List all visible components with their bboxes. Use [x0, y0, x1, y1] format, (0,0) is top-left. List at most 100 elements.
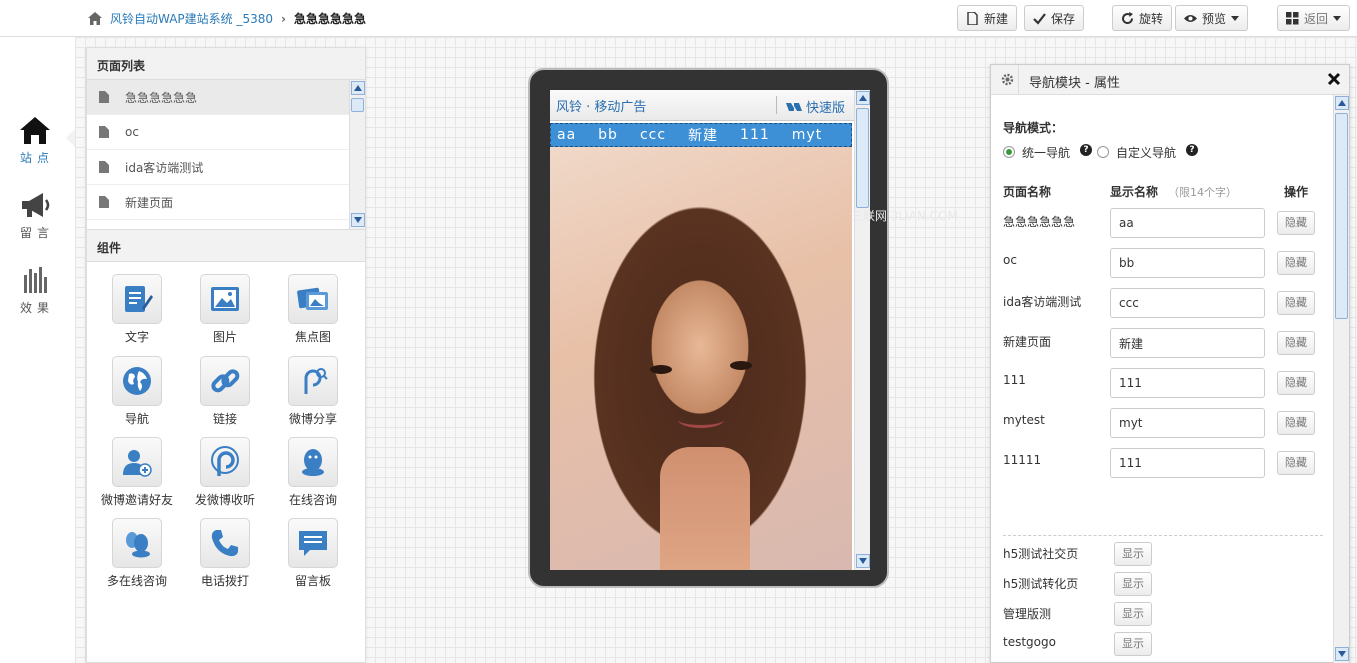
phone-nav-item[interactable]: 新建	[688, 125, 718, 145]
page-icon	[99, 161, 109, 173]
save-button[interactable]: 保存	[1024, 5, 1085, 31]
hide-button[interactable]: 隐藏	[1277, 371, 1315, 395]
component-weibo-follow[interactable]: 发微博收听	[181, 437, 269, 508]
component-weibo-invite[interactable]: 微博邀请好友	[93, 437, 181, 508]
rotate-button[interactable]: 旋转	[1112, 5, 1173, 31]
show-button[interactable]: 显示	[1114, 632, 1152, 656]
close-icon[interactable]	[1327, 72, 1341, 86]
page-list-item[interactable]: 新建页面	[87, 185, 349, 220]
back-button[interactable]: 返回	[1277, 5, 1351, 31]
properties-scrollbar[interactable]	[1333, 95, 1349, 663]
component-label: 发微博收听	[194, 493, 255, 507]
scroll-up-arrow[interactable]	[1334, 96, 1349, 110]
phone-nav-item[interactable]: myt	[792, 127, 822, 143]
display-name-input[interactable]	[1110, 408, 1265, 438]
hide-button[interactable]: 隐藏	[1277, 291, 1315, 315]
show-button[interactable]: 显示	[1114, 572, 1152, 596]
photo-smile	[678, 412, 724, 428]
page-list-item[interactable]: 急急急急急急	[87, 80, 349, 115]
breadcrumb-separator: ›	[281, 11, 286, 26]
display-name-input[interactable]	[1110, 368, 1265, 398]
component-label: 文字	[124, 330, 149, 344]
component-image[interactable]: 图片	[181, 274, 269, 345]
display-name-input[interactable]	[1110, 208, 1265, 238]
scroll-thumb[interactable]	[1335, 113, 1348, 319]
components-panel-title: 组件	[87, 230, 365, 262]
nav-item-site[interactable]: 站点	[0, 115, 70, 166]
scroll-down-arrow[interactable]	[350, 213, 365, 227]
new-button[interactable]: 新建	[957, 5, 1018, 31]
component-label: 多在线咨询	[106, 574, 167, 588]
scroll-up-arrow[interactable]	[350, 81, 365, 95]
component-label: 导航	[124, 412, 149, 426]
radio-unified-nav[interactable]	[1003, 146, 1015, 158]
phone-header: 风铃 · 移动广告 快速版	[550, 90, 870, 121]
row-page-name: 急急急急急急	[1003, 215, 1076, 229]
scroll-down-arrow[interactable]	[1334, 647, 1349, 661]
component-gallery[interactable]: 焦点图	[269, 274, 357, 345]
page-name: 新建页面	[125, 195, 174, 210]
phone-nav-item[interactable]: aa	[557, 127, 576, 143]
display-name-input[interactable]	[1110, 248, 1265, 278]
quick-version-label: 快速版	[806, 101, 846, 116]
properties-panel: 导航模块 - 属性 导航模式： 统一导航 ? 自定义导航 ? 页面名称 显示名称…	[990, 64, 1350, 663]
back-button-label: 返回	[1304, 11, 1329, 26]
phone-nav-item[interactable]: ccc	[640, 127, 666, 143]
scroll-thumb[interactable]	[351, 98, 364, 112]
component-phone-call[interactable]: 电话拨打	[181, 518, 269, 589]
breadcrumb-site-link[interactable]: 风铃自动WAP建站系统 _5380	[110, 10, 273, 27]
link-icon	[211, 369, 240, 393]
component-text[interactable]: 文字	[93, 274, 181, 345]
hide-button[interactable]: 隐藏	[1277, 251, 1315, 275]
component-navigation[interactable]: 导航	[93, 356, 181, 427]
preview-button[interactable]: 预览	[1175, 5, 1249, 31]
hide-button[interactable]: 隐藏	[1277, 211, 1315, 235]
photo-eye	[650, 365, 672, 374]
rotate-icon	[1122, 11, 1134, 24]
phone-nav-item[interactable]: 111	[740, 127, 770, 143]
page-list-item[interactable]: ida客访端测试	[87, 150, 349, 185]
scroll-down-arrow[interactable]	[855, 554, 870, 568]
display-name-input[interactable]	[1110, 328, 1265, 358]
nav-item-stats[interactable]: 效果	[0, 265, 70, 316]
photo-eye	[730, 361, 752, 370]
page-list-scrollbar[interactable]	[349, 80, 365, 229]
page-icon	[99, 196, 109, 208]
col-header-action: 操作	[1284, 185, 1309, 199]
section-divider	[1003, 535, 1323, 536]
phone-frame: 风铃 · 移动广告 快速版 aa bb ccc 新建 111 myt	[528, 68, 889, 588]
scroll-thumb[interactable]	[856, 108, 869, 208]
radio-custom-nav[interactable]	[1097, 146, 1109, 158]
display-name-input[interactable]	[1110, 288, 1265, 318]
show-button[interactable]: 显示	[1114, 542, 1152, 566]
component-multi-chat[interactable]: 多在线咨询	[93, 518, 181, 589]
hide-button[interactable]: 隐藏	[1277, 331, 1315, 355]
component-online-chat[interactable]: 在线咨询	[269, 437, 357, 508]
quick-version-link[interactable]: 快速版	[786, 97, 845, 116]
nav-item-label: 效果	[19, 301, 54, 315]
preview-button-label: 预览	[1202, 11, 1227, 26]
hide-button[interactable]: 隐藏	[1277, 411, 1315, 435]
help-icon[interactable]: ?	[1186, 144, 1198, 156]
nav-item-label: 留言	[19, 226, 54, 240]
scroll-up-arrow[interactable]	[855, 91, 870, 105]
phone-nav-item[interactable]: bb	[598, 127, 618, 143]
component-message-board[interactable]: 留言板	[269, 518, 357, 589]
component-link[interactable]: 链接	[181, 356, 269, 427]
home-icon[interactable]	[88, 12, 102, 25]
page-name: 急急急急急急	[125, 90, 198, 105]
nav-item-label: 站点	[19, 151, 54, 165]
hidden-page-name: testgogo	[1003, 635, 1056, 649]
show-button[interactable]: 显示	[1114, 602, 1152, 626]
gear-icon[interactable]	[1001, 73, 1014, 86]
photo-neck	[660, 447, 750, 570]
component-weibo-share[interactable]: 微博分享	[269, 356, 357, 427]
hide-button[interactable]: 隐藏	[1277, 451, 1315, 475]
page-list-item[interactable]: oc	[87, 115, 349, 150]
component-label: 焦点图	[294, 330, 331, 344]
help-icon[interactable]: ?	[1080, 144, 1092, 156]
nav-item-messages[interactable]: 留言	[0, 190, 70, 241]
phone-nav-bar[interactable]: aa bb ccc 新建 111 myt	[550, 123, 852, 147]
display-name-input[interactable]	[1110, 448, 1265, 478]
phone-scrollbar[interactable]	[854, 90, 870, 570]
